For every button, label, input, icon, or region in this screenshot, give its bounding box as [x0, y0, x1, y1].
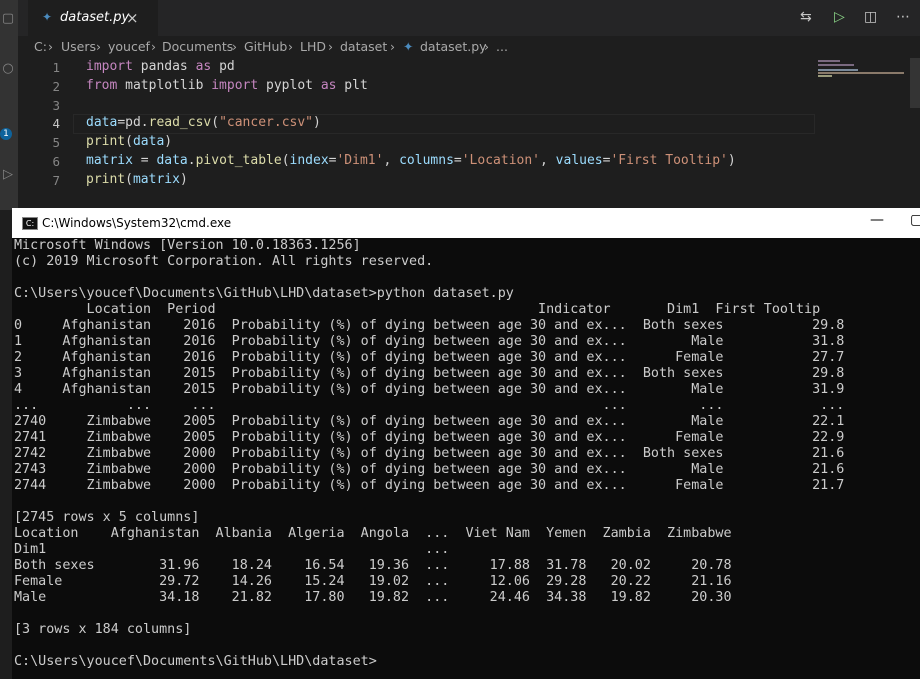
console-line: Female 29.72 14.26 15.24 19.02 ... 12.06… — [14, 574, 732, 589]
breadcrumb-github[interactable]: GitHub — [244, 36, 287, 58]
line-number: 6 — [52, 154, 60, 169]
line-number: 5 — [52, 135, 60, 150]
explorer-icon[interactable]: ▢ — [1, 12, 15, 26]
cmd-title-bar[interactable]: C: C:\Windows\System32\cmd.exe — ▢ — [12, 208, 920, 238]
console-line: Dim1 ... — [14, 542, 450, 557]
console-line: 2 Afghanistan 2016 Probability (%) of dy… — [14, 350, 845, 365]
console-line: 2742 Zimbabwe 2000 Probability (%) of dy… — [14, 446, 845, 461]
breadcrumb-more[interactable]: ... — [496, 36, 508, 58]
split-editor-icon[interactable]: ◫ — [864, 9, 877, 25]
console-line: 2741 Zimbabwe 2005 Probability (%) of dy… — [14, 430, 845, 445]
search-icon[interactable]: ○ — [1, 62, 15, 76]
breadcrumb-drive[interactable]: C: — [34, 36, 47, 58]
console-line: (c) 2019 Microsoft Corporation. All righ… — [14, 254, 434, 269]
cmd-window-title: C:\Windows\System32\cmd.exe — [42, 216, 232, 230]
console-line: [2745 rows x 5 columns] — [14, 510, 200, 525]
breadcrumb-users[interactable]: Users — [61, 36, 96, 58]
chevron-right-icon: › — [328, 39, 333, 54]
chevron-right-icon: › — [48, 39, 53, 54]
console-line: 1 Afghanistan 2016 Probability (%) of dy… — [14, 334, 845, 349]
breadcrumb-lhd[interactable]: LHD — [300, 36, 326, 58]
line-number: 4 — [52, 116, 60, 131]
console-output[interactable]: Microsoft Windows [Version 10.0.18363.12… — [14, 238, 918, 679]
console-line: ... ... ... ... ... ... — [14, 398, 845, 413]
terminal-icon: C: — [22, 217, 38, 230]
chevron-right-icon: › — [288, 39, 293, 54]
console-line: C:\Users\youcef\Documents\GitHub\LHD\dat… — [14, 654, 377, 669]
python-file-icon: ✦ — [42, 10, 53, 24]
chevron-right-icon: › — [151, 39, 156, 54]
code-line-7[interactable]: print(matrix) — [86, 172, 188, 187]
chevron-right-icon: › — [390, 39, 395, 54]
console-line: [3 rows x 184 columns] — [14, 622, 192, 637]
line-number: 7 — [52, 173, 60, 188]
console-line: Both sexes 31.96 18.24 16.54 19.36 ... 1… — [14, 558, 732, 573]
minimap[interactable] — [818, 58, 908, 78]
line-number: 1 — [52, 60, 60, 75]
python-file-icon: ✦ — [403, 39, 414, 54]
console-line: 2743 Zimbabwe 2000 Probability (%) of dy… — [14, 462, 845, 477]
close-tab-icon[interactable]: × — [126, 9, 139, 27]
chevron-right-icon: › — [96, 39, 101, 54]
run-python-file-icon[interactable]: ▷ — [834, 9, 845, 25]
console-line: 2744 Zimbabwe 2000 Probability (%) of dy… — [14, 478, 845, 493]
tab-dataset-py[interactable]: ✦ dataset.py × — [28, 0, 158, 36]
breadcrumb-dataset-folder[interactable]: dataset — [340, 36, 387, 58]
minimize-icon[interactable]: — — [870, 212, 884, 228]
console-line: Male 34.18 21.82 17.80 19.82 ... 24.46 3… — [14, 590, 732, 605]
code-line-6[interactable]: matrix = data.pivot_table(index='Dim1', … — [86, 153, 736, 168]
editor-scrollbar[interactable] — [910, 58, 920, 108]
activity-bar: ▢ ○ 1 ▷ — [0, 0, 18, 210]
console-line: C:\Users\youcef\Documents\GitHub\LHD\dat… — [14, 286, 514, 301]
console-line: 0 Afghanistan 2016 Probability (%) of dy… — [14, 318, 845, 333]
console-line: Location Period Indicator Dim1 First Too… — [14, 302, 821, 317]
breadcrumb-dataset-py[interactable]: dataset.py — [420, 36, 487, 58]
maximize-icon[interactable]: ▢ — [910, 212, 920, 228]
console-line: Microsoft Windows [Version 10.0.18363.12… — [14, 238, 361, 253]
breadcrumb-youcef[interactable]: youcef — [108, 36, 150, 58]
editor-tab-bar: ✦ dataset.py × ⇆ ▷ ◫ ⋯ — [18, 0, 920, 36]
breadcrumb: C: › Users › youcef › Documents › GitHub… — [18, 36, 920, 58]
console-line: 3 Afghanistan 2015 Probability (%) of dy… — [14, 366, 845, 381]
chevron-right-icon: › — [232, 39, 237, 54]
console-line: 2740 Zimbabwe 2005 Probability (%) of dy… — [14, 414, 845, 429]
code-line-4[interactable]: data=pd.read_csv("cancer.csv") — [86, 115, 321, 130]
chevron-right-icon: › — [484, 39, 489, 54]
line-number: 2 — [52, 79, 60, 94]
breadcrumb-documents[interactable]: Documents — [162, 36, 233, 58]
tab-label: dataset.py — [60, 10, 130, 25]
compare-changes-icon[interactable]: ⇆ — [800, 9, 812, 25]
code-line-5[interactable]: print(data) — [86, 134, 172, 149]
source-control-badge: 1 — [0, 128, 12, 140]
more-actions-icon[interactable]: ⋯ — [896, 9, 910, 25]
console-line: Location Afghanistan Albania Algeria Ang… — [14, 526, 732, 541]
console-line: 4 Afghanistan 2015 Probability (%) of dy… — [14, 382, 845, 397]
cmd-window: C: C:\Windows\System32\cmd.exe — ▢ Micro… — [12, 208, 920, 679]
line-number: 3 — [52, 98, 60, 113]
code-editor[interactable]: 1 2 3 4 5 6 7 import pandas as pd from m… — [18, 58, 920, 208]
code-line-2[interactable]: from matplotlib import pyplot as plt — [86, 78, 368, 93]
run-debug-icon[interactable]: ▷ — [1, 168, 15, 182]
code-line-1[interactable]: import pandas as pd — [86, 59, 235, 74]
